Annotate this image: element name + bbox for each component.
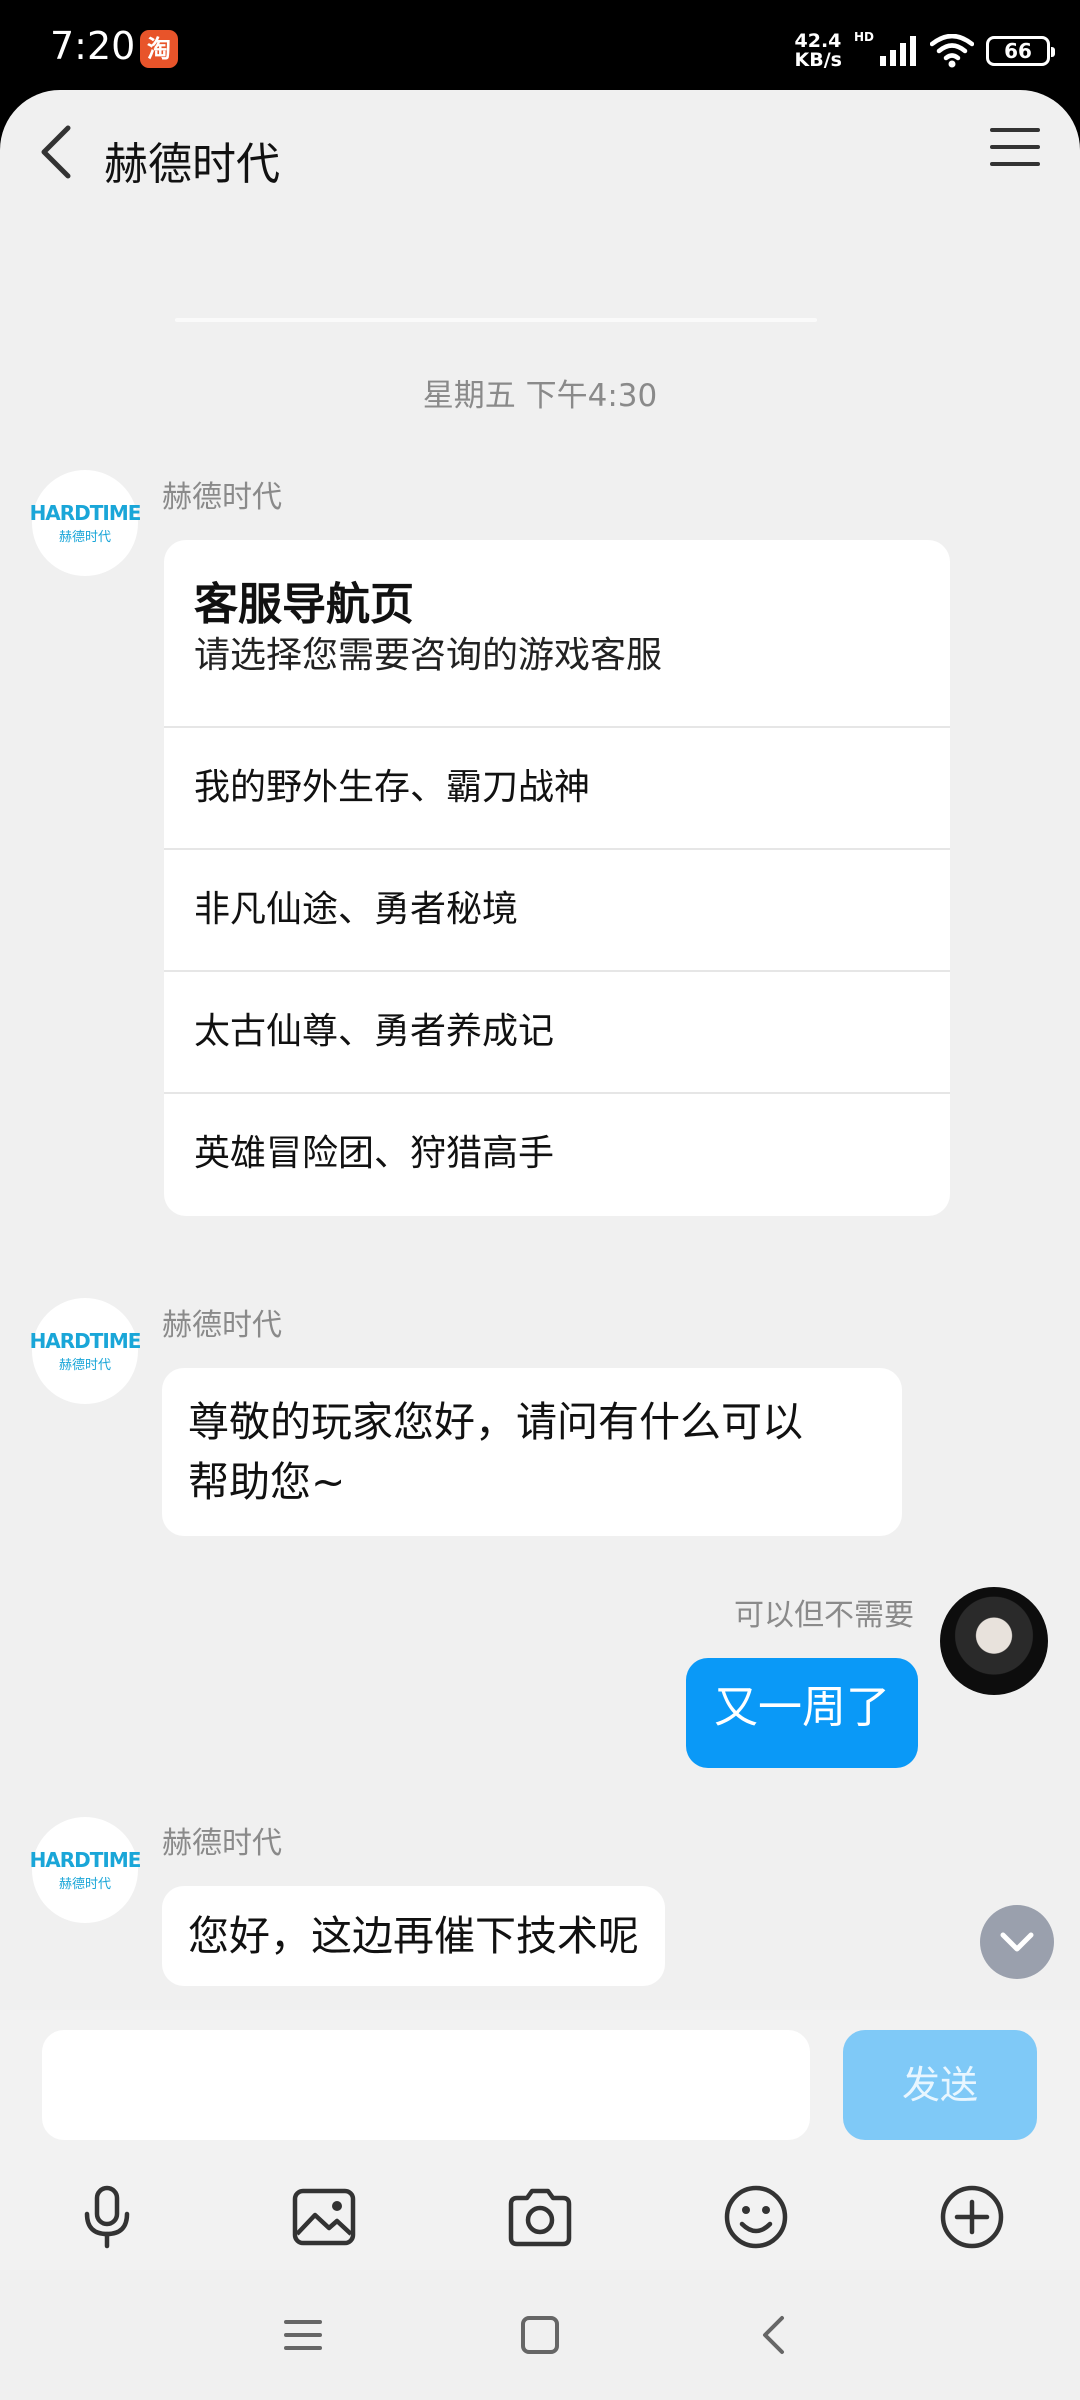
- load-more-divider: [175, 318, 817, 322]
- brand-avatar[interactable]: HARDTIME 赫德时代: [29, 470, 142, 576]
- emoji-icon[interactable]: [721, 2182, 791, 2252]
- home-icon[interactable]: [515, 2310, 565, 2360]
- message-line: 尊敬的玩家您好，请问有什么可以: [188, 1398, 803, 1446]
- card-title: 客服导航页: [194, 579, 414, 630]
- card-subtitle: 请选择您需要咨询的游戏客服: [194, 635, 663, 676]
- message-timestamp: 星期五 下午4:30: [422, 378, 658, 414]
- card-header: 客服导航页 请选择您需要咨询的游戏客服: [164, 540, 950, 728]
- system-nav-bar: [0, 2270, 1080, 2400]
- menu-button[interactable]: [990, 128, 1050, 178]
- service-nav-card: 客服导航页 请选择您需要咨询的游戏客服 我的野外生存、霸刀战神 非凡仙途、勇者秘…: [164, 540, 950, 1216]
- network-speed-unit: KB/s: [794, 49, 842, 71]
- scroll-to-bottom-button[interactable]: [980, 1905, 1054, 1979]
- brand-logo-subtext: 赫德时代: [58, 1877, 111, 1892]
- back-arrow-icon[interactable]: [30, 122, 90, 182]
- menu-icon[interactable]: [278, 2310, 328, 2360]
- card-option[interactable]: 我的野外生存、霸刀战神: [164, 728, 950, 850]
- sender-name: 赫德时代: [162, 480, 282, 515]
- message-bubble[interactable]: 您好，这边再催下技术呢: [162, 1886, 665, 1986]
- card-option[interactable]: 太古仙尊、勇者养成记: [164, 972, 950, 1094]
- chat-header: 赫德时代: [0, 90, 1080, 220]
- brand-logo-subtext: 赫德时代: [58, 530, 111, 545]
- image-icon[interactable]: [289, 2182, 359, 2252]
- send-button[interactable]: 发送: [843, 2030, 1037, 2140]
- camera-icon[interactable]: [505, 2182, 575, 2252]
- user-name: 可以但不需要: [734, 1598, 914, 1633]
- message-bubble[interactable]: 尊敬的玩家您好，请问有什么可以 帮助您~: [162, 1368, 902, 1536]
- status-bar: 7:20 淘 42.4 KB/s HD 66: [0, 0, 1080, 100]
- brand-logo-text: HARDTIME: [29, 1848, 142, 1872]
- wifi-icon: [930, 34, 974, 68]
- status-right: 42.4 KB/s HD 66: [795, 26, 1055, 76]
- card-option[interactable]: 非凡仙途、勇者秘境: [164, 850, 950, 972]
- brand-logo-text: HARDTIME: [29, 501, 142, 525]
- chat-screen: 赫德时代 星期五 下午4:30 HARDTIME 赫德时代 赫德时代 客服导航页…: [0, 90, 1080, 2400]
- chat-title: 赫德时代: [104, 139, 280, 190]
- message-line: 帮助您~: [188, 1458, 346, 1506]
- brand-avatar[interactable]: HARDTIME 赫德时代: [29, 1817, 142, 1923]
- network-speed: 42.4 KB/s: [795, 32, 842, 70]
- sender-name: 赫德时代: [162, 1308, 282, 1343]
- user-message-bubble[interactable]: 又一周了: [686, 1658, 918, 1768]
- plus-icon[interactable]: [937, 2182, 1007, 2252]
- user-avatar[interactable]: [940, 1587, 1048, 1695]
- brand-logo-text: HARDTIME: [29, 1329, 142, 1353]
- microphone-icon[interactable]: [72, 2182, 142, 2252]
- menu-line: [990, 162, 1040, 166]
- brand-logo-subtext: 赫德时代: [58, 1358, 111, 1373]
- hd-label: HD: [853, 30, 874, 44]
- sender-name: 赫德时代: [162, 1826, 282, 1861]
- signal-icon: [880, 36, 916, 66]
- back-icon[interactable]: [750, 2310, 800, 2360]
- menu-line: [990, 145, 1040, 149]
- status-time: 7:20: [50, 24, 136, 68]
- menu-line: [990, 128, 1040, 132]
- battery-icon: 66: [986, 36, 1055, 66]
- chevron-down-icon: [1000, 1932, 1034, 1952]
- card-option[interactable]: 英雄冒险团、狩猎高手: [164, 1094, 950, 1216]
- taobao-app-icon: 淘: [140, 30, 178, 68]
- message-input[interactable]: [42, 2030, 810, 2140]
- brand-avatar[interactable]: HARDTIME 赫德时代: [29, 1298, 142, 1404]
